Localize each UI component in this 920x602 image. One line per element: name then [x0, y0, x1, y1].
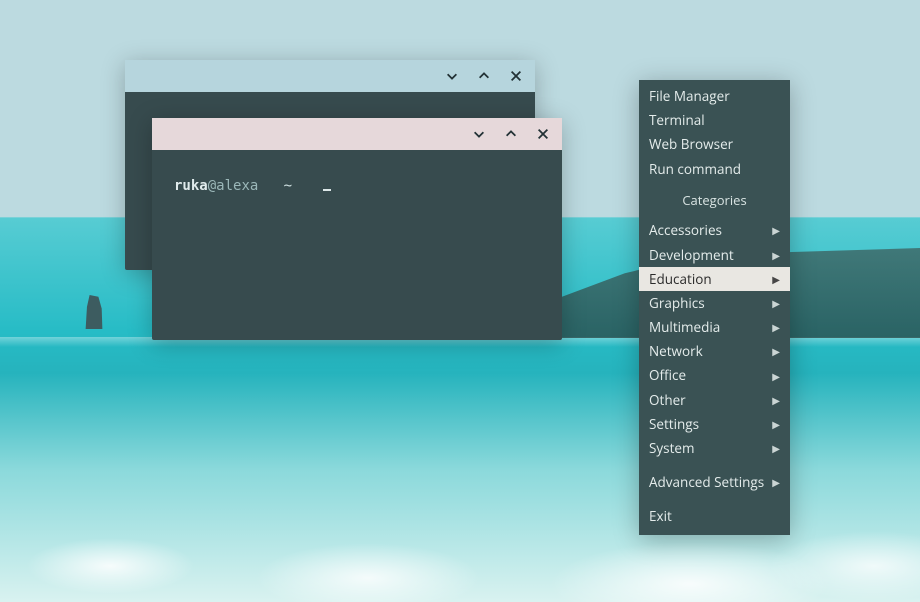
menu-item-accessories[interactable]: Accessories ▶ [639, 218, 790, 242]
submenu-arrow-icon: ▶ [772, 273, 780, 285]
menu-item-other[interactable]: Other ▶ [639, 388, 790, 412]
menu-item-file-manager[interactable]: File Manager [639, 84, 790, 108]
prompt-path: ~ [284, 178, 292, 194]
menu-item-development[interactable]: Development ▶ [639, 243, 790, 267]
submenu-arrow-icon: ▶ [772, 224, 780, 236]
maximize-button[interactable] [475, 67, 493, 85]
minimize-button[interactable] [443, 67, 461, 85]
submenu-arrow-icon: ▶ [772, 297, 780, 309]
close-icon [536, 127, 550, 141]
menu-item-label: Other [649, 392, 686, 408]
menu-item-label: Graphics [649, 295, 705, 311]
prompt-host: alexa [216, 178, 258, 194]
menu-item-multimedia[interactable]: Multimedia ▶ [639, 315, 790, 339]
submenu-arrow-icon: ▶ [772, 418, 780, 430]
submenu-arrow-icon: ▶ [772, 345, 780, 357]
maximize-button[interactable] [502, 125, 520, 143]
submenu-arrow-icon: ▶ [772, 442, 780, 454]
submenu-arrow-icon: ▶ [772, 476, 780, 488]
menu-item-label: Advanced Settings [649, 474, 764, 490]
menu-item-graphics[interactable]: Graphics ▶ [639, 291, 790, 315]
submenu-arrow-icon: ▶ [772, 321, 780, 333]
menu-item-run-command[interactable]: Run command [639, 157, 790, 181]
prompt-space [301, 178, 309, 194]
close-icon [509, 69, 523, 83]
close-button[interactable] [534, 125, 552, 143]
menu-item-office[interactable]: Office ▶ [639, 363, 790, 387]
menu-item-label: Run command [649, 161, 741, 177]
submenu-arrow-icon: ▶ [772, 394, 780, 406]
menu-item-label: Exit [649, 508, 672, 524]
menu-item-advanced-settings[interactable]: Advanced Settings ▶ [639, 470, 790, 494]
menu-item-label: Education [649, 271, 712, 287]
chevron-down-icon [472, 127, 486, 141]
prompt-space [267, 178, 275, 194]
minimize-button[interactable] [470, 125, 488, 143]
menu-item-terminal[interactable]: Terminal [639, 108, 790, 132]
menu-item-label: Terminal [649, 112, 705, 128]
submenu-arrow-icon: ▶ [772, 370, 780, 382]
menu-item-label: Office [649, 367, 686, 383]
menu-item-settings[interactable]: Settings ▶ [639, 412, 790, 436]
titlebar[interactable] [152, 118, 562, 150]
menu-item-label: Multimedia [649, 319, 720, 335]
close-button[interactable] [507, 67, 525, 85]
chevron-up-icon [477, 69, 491, 83]
menu-item-education[interactable]: Education ▶ [639, 267, 790, 291]
menu-item-exit[interactable]: Exit [639, 504, 790, 528]
menu-item-label: System [649, 440, 695, 456]
menu-heading-categories: Categories [639, 181, 790, 219]
menu-heading-label: Categories [682, 193, 746, 209]
prompt-cursor [323, 189, 331, 191]
menu-item-label: Development [649, 247, 734, 263]
prompt-user: ruka [174, 178, 208, 194]
menu-item-label: Network [649, 343, 703, 359]
menu-item-label: Accessories [649, 222, 722, 238]
menu-item-label: Web Browser [649, 136, 733, 152]
chevron-up-icon [504, 127, 518, 141]
submenu-arrow-icon: ▶ [772, 249, 780, 261]
prompt-at: @ [208, 178, 216, 194]
application-menu: File Manager Terminal Web Browser Run co… [639, 80, 790, 535]
terminal-body[interactable]: ruka@alexa ~ [152, 150, 562, 222]
chevron-down-icon [445, 69, 459, 83]
menu-item-system[interactable]: System ▶ [639, 436, 790, 460]
menu-item-web-browser[interactable]: Web Browser [639, 132, 790, 156]
menu-item-network[interactable]: Network ▶ [639, 339, 790, 363]
terminal-window[interactable]: ruka@alexa ~ [152, 118, 562, 340]
menu-item-label: Settings [649, 416, 699, 432]
menu-item-label: File Manager [649, 88, 730, 104]
titlebar[interactable] [125, 60, 535, 92]
